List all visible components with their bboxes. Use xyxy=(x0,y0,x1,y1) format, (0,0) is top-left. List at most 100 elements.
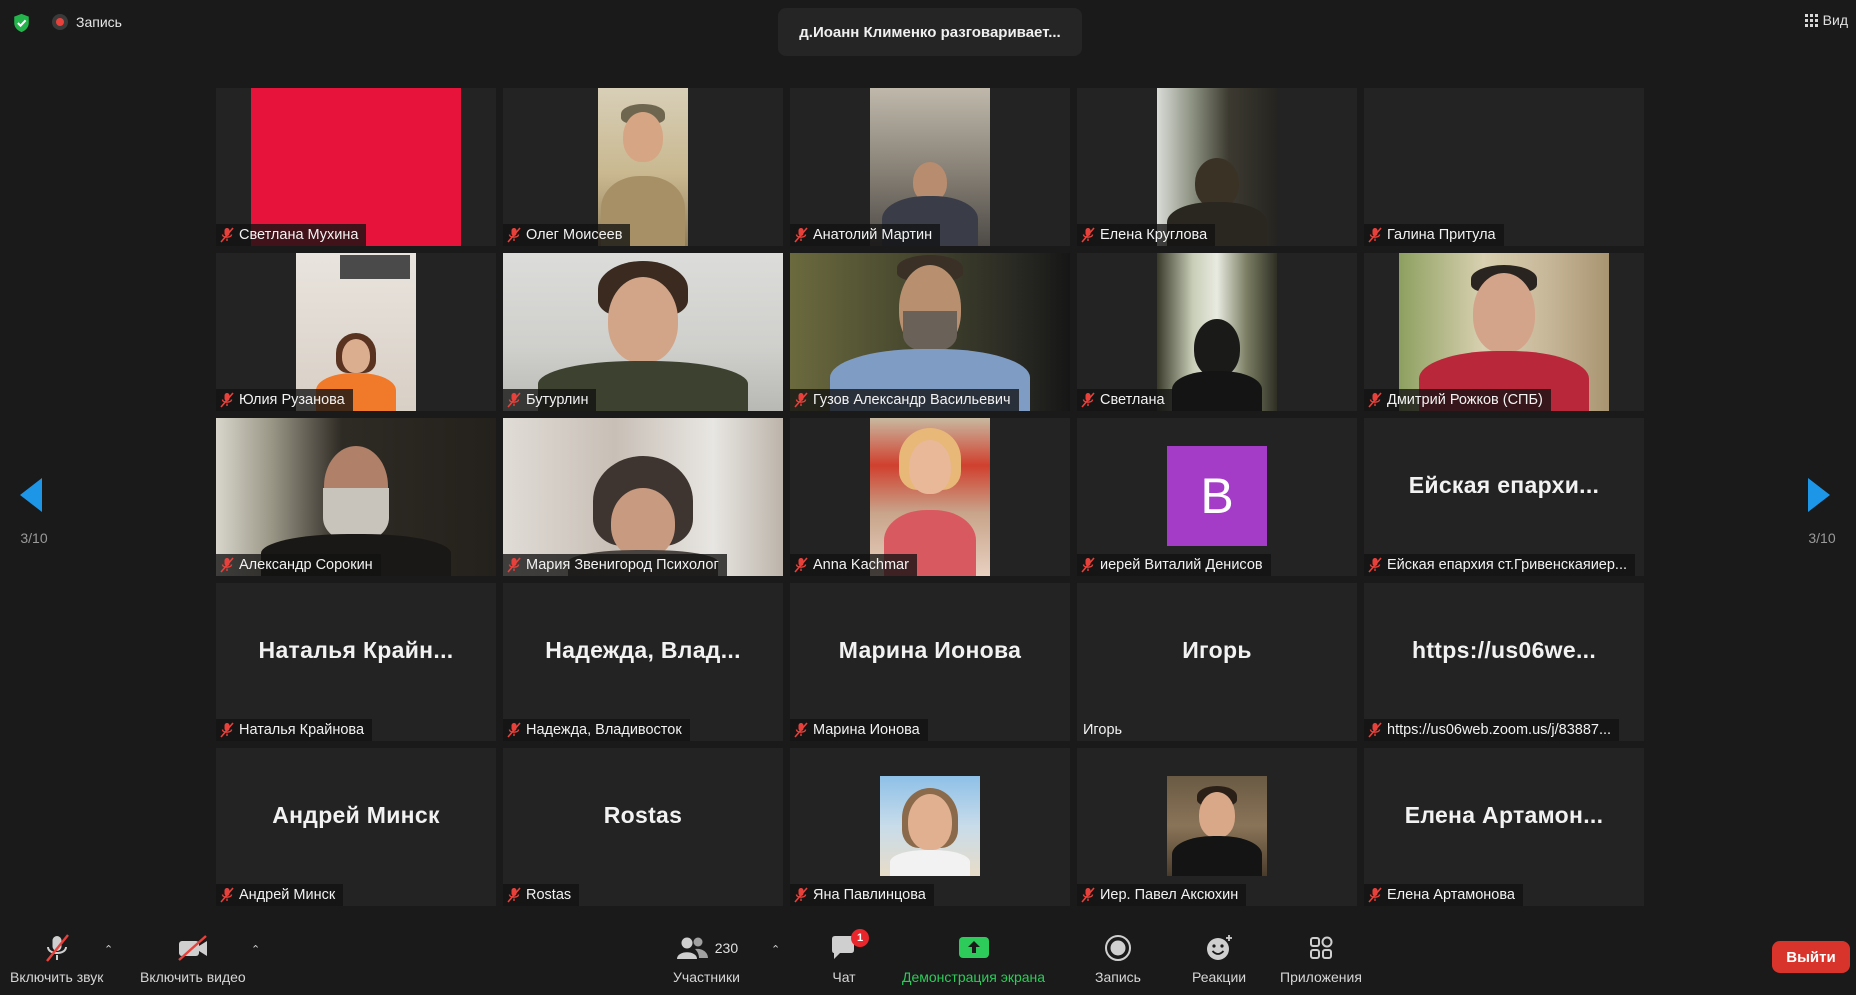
participant-tile[interactable]: Anna Kachmar xyxy=(790,418,1070,576)
muted-mic-icon xyxy=(507,722,521,738)
view-button[interactable]: Вид xyxy=(1804,12,1848,28)
participant-name-label: Галина Притула xyxy=(1364,224,1504,246)
participant-tile[interactable]: Наталья Крайн... Наталья Крайнова xyxy=(216,583,496,741)
participant-name: Андрей Минск xyxy=(239,887,336,903)
participant-display-name: Елена Артамон... xyxy=(1404,801,1604,828)
participant-name-label: Надежда, Владивосток xyxy=(503,719,690,741)
participant-name-label: Наталья Крайнова xyxy=(216,719,373,741)
participant-tile[interactable]: Марина Ионова Марина Ионова xyxy=(790,583,1070,741)
muted-mic-icon xyxy=(794,557,808,573)
participant-name-label: Гузов Александр Васильевич xyxy=(790,389,1019,411)
participant-name: Anna Kachmar xyxy=(813,557,909,573)
muted-mic-icon xyxy=(1368,392,1382,408)
security-shield-icon[interactable] xyxy=(12,13,31,33)
muted-mic-icon xyxy=(507,227,521,243)
participant-name: Олег Моисеев xyxy=(526,227,623,243)
participant-video xyxy=(1399,253,1609,411)
arrow-left-icon xyxy=(20,478,42,512)
recording-indicator[interactable]: Запись xyxy=(52,14,122,30)
participant-video xyxy=(870,418,990,576)
participant-name-label: Яна Павлинцова xyxy=(790,884,934,906)
record-button[interactable]: Запись xyxy=(1095,933,1141,985)
participant-tile[interactable]: Яна Павлинцова xyxy=(790,748,1070,906)
participant-tile[interactable]: Галина Притула xyxy=(1364,88,1644,246)
participant-name: Анатолий Мартин xyxy=(813,227,933,243)
next-page-button[interactable] xyxy=(1802,478,1842,558)
participant-tile[interactable]: https://us06we... https://us06web.zoom.u… xyxy=(1364,583,1644,741)
participant-display-name: Ейская епархи... xyxy=(1408,471,1600,498)
participant-tile[interactable]: Светлана Мухина xyxy=(216,88,496,246)
participant-tile[interactable]: Елена Круглова xyxy=(1077,88,1357,246)
chat-button[interactable]: 1 Чат xyxy=(829,929,869,985)
participant-name-label: Александр Сорокин xyxy=(216,554,381,576)
start-video-label: Включить видео xyxy=(140,969,246,985)
unmute-button[interactable]: Включить звук xyxy=(10,933,103,985)
participant-name: Надежда, Владивосток xyxy=(526,722,682,738)
participant-avatar-photo xyxy=(1167,776,1267,876)
page-indicator-right: 3/10 xyxy=(1808,530,1836,546)
start-video-button[interactable]: Включить видео xyxy=(140,933,246,985)
participant-name: Светлана xyxy=(1100,392,1165,408)
chat-unread-badge: 1 xyxy=(851,929,869,947)
participant-tile[interactable]: Юлия Рузанова xyxy=(216,253,496,411)
arrow-right-icon xyxy=(1808,478,1830,512)
muted-mic-icon xyxy=(507,392,521,408)
unmute-label: Включить звук xyxy=(10,969,104,985)
participant-display-name: https://us06we... xyxy=(1411,636,1597,663)
participant-name-label: Ейская епархия ст.Гривенскаяиер... xyxy=(1364,554,1636,576)
participant-tile[interactable]: Надежда, Влад... Надежда, Владивосток xyxy=(503,583,783,741)
participant-tile[interactable]: Ейская епархи... Ейская епархия ст.Гриве… xyxy=(1364,418,1644,576)
participant-tile[interactable]: Игорь Игорь xyxy=(1077,583,1357,741)
active-speaker-banner: д.Иоанн Клименко разговаривает... xyxy=(778,8,1082,56)
reactions-button[interactable]: Реакции xyxy=(1192,933,1246,985)
participant-tile[interactable]: Бутурлин xyxy=(503,253,783,411)
participant-name: Яна Павлинцова xyxy=(813,887,926,903)
participant-name-label: Юлия Рузанова xyxy=(216,389,353,411)
participant-tile[interactable]: В иерей Виталий Денисов xyxy=(1077,418,1357,576)
audio-options-caret-icon[interactable]: ⌃ xyxy=(104,943,113,956)
participant-tile[interactable]: Rostas Rostas xyxy=(503,748,783,906)
previous-page-button[interactable] xyxy=(14,478,54,558)
participant-video xyxy=(503,253,783,411)
participant-name: Rostas xyxy=(526,887,572,903)
participant-name-label: Светлана xyxy=(1077,389,1173,411)
participant-name: Наталья Крайнова xyxy=(239,722,365,738)
participant-tile[interactable]: Андрей Минск Андрей Минск xyxy=(216,748,496,906)
participant-tile[interactable]: Иер. Павел Аксюхин xyxy=(1077,748,1357,906)
participant-name-label: Марина Ионова xyxy=(790,719,928,741)
recording-dot-icon xyxy=(52,14,68,30)
participant-tile[interactable]: Анатолий Мартин xyxy=(790,88,1070,246)
muted-mic-icon xyxy=(1368,227,1382,243)
participant-name: иерей Виталий Денисов xyxy=(1100,557,1263,573)
participants-button[interactable]: 230 Участники xyxy=(673,933,740,985)
grid-view-icon xyxy=(1804,13,1818,27)
participant-video xyxy=(503,418,783,576)
participant-tile[interactable]: Елена Артамон... Елена Артамонова xyxy=(1364,748,1644,906)
participant-display-name: Игорь xyxy=(1182,636,1252,663)
participant-tile[interactable]: Александр Сорокин xyxy=(216,418,496,576)
participant-tile[interactable]: Гузов Александр Васильевич xyxy=(790,253,1070,411)
participant-name: Игорь xyxy=(1083,722,1123,738)
apps-button[interactable]: Приложения xyxy=(1280,933,1362,985)
participants-options-caret-icon[interactable]: ⌃ xyxy=(771,943,780,956)
microphone-muted-icon xyxy=(45,934,69,962)
meeting-topbar: Запись д.Иоанн Клименко разговаривает...… xyxy=(0,0,1856,56)
participant-name: Александр Сорокин xyxy=(239,557,373,573)
participant-name: Елена Круглова xyxy=(1100,227,1208,243)
muted-mic-icon xyxy=(794,392,808,408)
view-label: Вид xyxy=(1822,12,1848,28)
emoji-reaction-icon xyxy=(1207,935,1233,960)
participant-name: Галина Притула xyxy=(1387,227,1496,243)
video-options-caret-icon[interactable]: ⌃ xyxy=(251,943,260,956)
muted-mic-icon xyxy=(507,557,521,573)
participant-tile[interactable]: Дмитрий Рожков (СПБ) xyxy=(1364,253,1644,411)
participant-tile[interactable]: Олег Моисеев xyxy=(503,88,783,246)
participant-tile[interactable]: Мария Звенигород Психолог xyxy=(503,418,783,576)
muted-mic-icon xyxy=(220,722,234,738)
share-screen-button[interactable]: Демонстрация экрана xyxy=(902,933,1045,985)
participant-video xyxy=(1157,253,1277,411)
leave-meeting-button[interactable]: Выйти xyxy=(1772,941,1850,973)
participant-tile[interactable]: Светлана xyxy=(1077,253,1357,411)
muted-mic-icon xyxy=(1081,887,1095,903)
muted-mic-icon xyxy=(794,227,808,243)
